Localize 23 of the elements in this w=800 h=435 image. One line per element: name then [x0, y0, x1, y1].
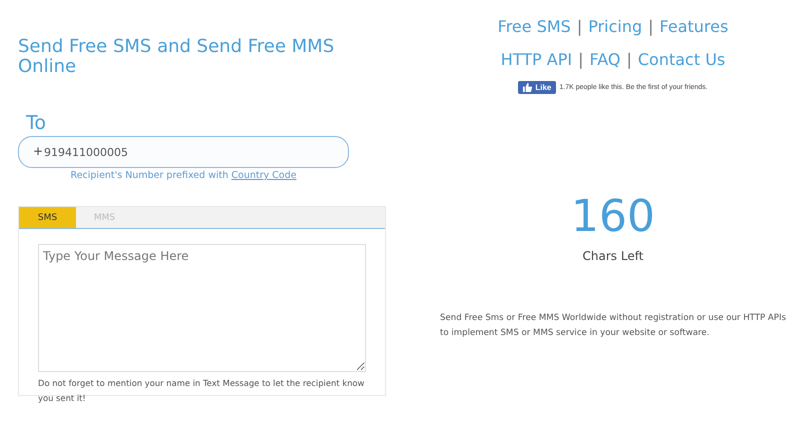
- nav-link[interactable]: HTTP API: [500, 50, 572, 69]
- nav-separator: |: [576, 17, 582, 36]
- nav-link[interactable]: Pricing: [588, 17, 642, 36]
- nav-separator: |: [578, 50, 584, 69]
- nav-link[interactable]: Free SMS: [498, 17, 571, 36]
- description-text: Send Free Sms or Free MMS Worldwide without registration or use our HTTP APIs to implement SMS or MMS service in your website or software.: [440, 312, 787, 340]
- page-heading: Send Free SMS and Send Free MMS Online: [18, 37, 336, 77]
- country-code-link[interactable]: Country Code: [231, 170, 296, 181]
- to-label: To: [26, 112, 48, 134]
- chars-count: 160: [571, 193, 655, 241]
- note-text: Do not forget to mention your name in Text Message to let the recipient know you sent it!: [38, 377, 366, 405]
- tab[interactable]: SMS: [19, 207, 76, 228]
- message-field[interactable]: Type Your Message Here: [38, 244, 366, 372]
- nav-separator: |: [626, 50, 632, 69]
- nav-separator: |: [648, 17, 654, 36]
- nav-link[interactable]: Contact Us: [638, 50, 726, 69]
- nav-link[interactable]: Features: [660, 17, 728, 36]
- nav-link[interactable]: FAQ: [589, 50, 620, 69]
- plus-prefix: +: [33, 144, 44, 158]
- like-button[interactable]: Like: [518, 81, 556, 94]
- thumbs-up-icon: [523, 83, 532, 92]
- chars-left-label: Chars Left: [582, 249, 644, 263]
- field-hint: Recipient's Number prefixed with: [70, 170, 230, 181]
